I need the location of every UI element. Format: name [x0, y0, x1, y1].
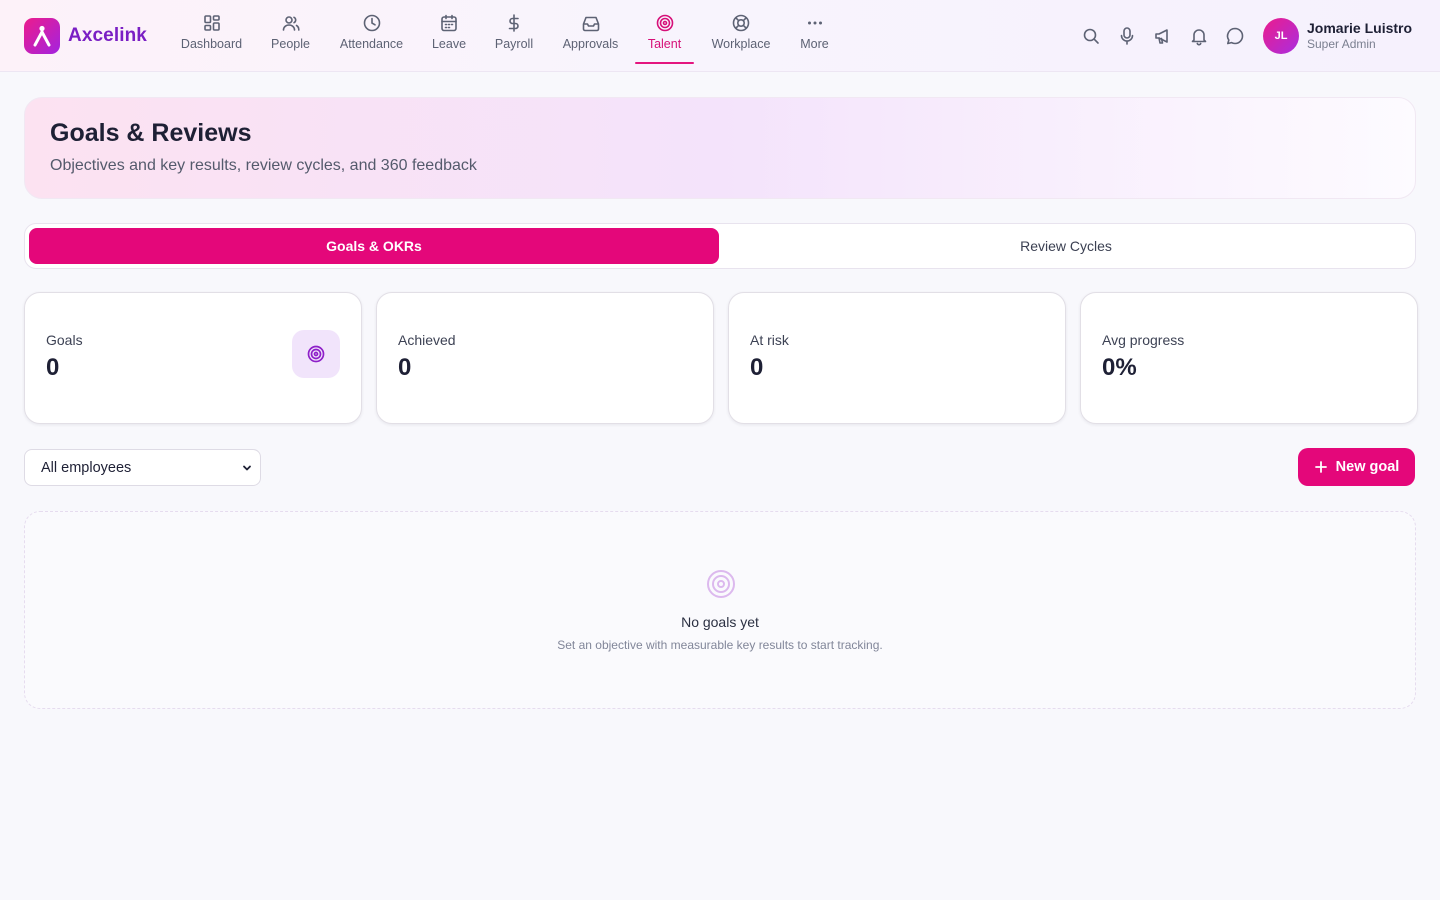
plus-icon [1314, 461, 1327, 473]
nav-label: Approvals [562, 37, 619, 51]
brand-logo-icon [24, 18, 60, 54]
user-name: Jomarie Luistro [1307, 20, 1413, 36]
tab-goals-okrs[interactable]: Goals & OKRs [29, 228, 719, 264]
inbox-icon [582, 16, 599, 32]
nav-item-dashboard[interactable]: Dashboard [180, 0, 243, 64]
target-icon [292, 330, 340, 378]
stat-value: 0% [1102, 354, 1137, 381]
microphone-icon[interactable] [1117, 26, 1137, 46]
search-icon[interactable] [1081, 26, 1101, 46]
target-icon [656, 14, 673, 32]
more-dots-icon [807, 21, 822, 25]
people-icon [282, 16, 300, 31]
nav-item-more[interactable]: More [798, 0, 831, 64]
stat-value: 0 [46, 354, 60, 381]
top-navbar: Axcelink Dashboard People Attendance Lea… [0, 0, 1440, 72]
employee-filter-value: All employees [41, 459, 132, 476]
page-subtitle: Objectives and key results, review cycle… [50, 157, 477, 174]
nav-item-workplace[interactable]: Workplace [710, 0, 772, 64]
page-header: Goals & Reviews Objectives and key resul… [24, 97, 1416, 199]
stat-label: At risk [750, 332, 789, 348]
chat-icon[interactable] [1225, 26, 1245, 46]
stat-label: Achieved [398, 332, 456, 348]
user-role: Super Admin [1307, 37, 1376, 51]
page-title: Goals & Reviews [50, 119, 252, 147]
clock-icon [363, 14, 380, 32]
lifebuoy-icon [732, 14, 750, 32]
goals-empty-state: No goals yet Set an objective with measu… [24, 511, 1416, 709]
nav-label: Workplace [711, 37, 771, 51]
stat-label: Goals [46, 332, 83, 348]
stat-value: 0 [398, 354, 412, 381]
brand-name: Axcelink [68, 25, 147, 46]
nav-item-payroll[interactable]: Payroll [494, 0, 534, 64]
stat-value: 0 [750, 354, 764, 381]
nav-label: Attendance [339, 37, 404, 51]
megaphone-icon[interactable] [1153, 26, 1173, 46]
tab-review-cycles[interactable]: Review Cycles [719, 228, 1413, 264]
stat-card-goals: Goals 0 [24, 292, 362, 424]
stat-card-at-risk: At risk 0 [728, 292, 1066, 424]
empty-state-title: No goals yet [681, 614, 759, 630]
chevron-down-icon [243, 465, 251, 471]
user-menu[interactable]: JL Jomarie Luistro Super Admin [1263, 18, 1412, 54]
avatar: JL [1263, 18, 1299, 54]
bell-icon[interactable] [1189, 26, 1209, 46]
stat-card-achieved: Achieved 0 [376, 292, 714, 424]
nav-label: Payroll [494, 37, 534, 51]
nav-label: Talent [647, 37, 682, 51]
nav-label: Leave [431, 37, 467, 51]
nav-item-attendance[interactable]: Attendance [338, 0, 405, 64]
employee-filter-select[interactable]: All employees [24, 449, 261, 486]
empty-state-subtitle: Set an objective with measurable key res… [557, 638, 883, 652]
nav-label: Dashboard [180, 37, 243, 51]
nav-item-approvals[interactable]: Approvals [561, 0, 620, 64]
dollar-icon [508, 14, 519, 32]
calendar-icon [441, 14, 457, 32]
nav-item-people[interactable]: People [270, 0, 311, 64]
target-icon [707, 570, 735, 598]
nav-item-leave[interactable]: Leave [431, 0, 467, 64]
new-goal-label: New goal [1335, 459, 1400, 475]
new-goal-button[interactable]: New goal [1298, 448, 1415, 486]
tab-bar: Goals & OKRs Review Cycles [24, 223, 1416, 269]
nav-label: More [800, 37, 829, 51]
stat-card-avg-progress: Avg progress 0% [1080, 292, 1418, 424]
nav-item-talent[interactable]: Talent [635, 0, 694, 64]
stat-label: Avg progress [1102, 332, 1185, 348]
nav-label: People [271, 37, 310, 51]
brand[interactable]: Axcelink [24, 18, 147, 54]
dashboard-grid-icon [203, 15, 220, 31]
